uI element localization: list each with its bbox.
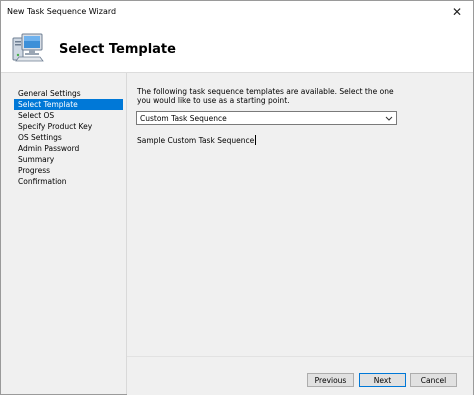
nav-item-progress[interactable]: Progress [14, 165, 123, 176]
computer-icon [12, 33, 44, 62]
nav-item-admin-password[interactable]: Admin Password [14, 143, 123, 154]
nav-item-summary[interactable]: Summary [14, 154, 123, 165]
page-title: Select Template [59, 42, 176, 57]
nav-item-select-os[interactable]: Select OS [14, 110, 123, 121]
text-caret [255, 135, 257, 145]
next-button[interactable]: Next [359, 373, 406, 387]
nav-item-os-settings[interactable]: OS Settings [14, 132, 123, 143]
wizard-steps-panel: General Settings Select Template Select … [1, 73, 127, 394]
wizard-header: Select Template [1, 22, 473, 73]
wizard-steps-list: General Settings Select Template Select … [14, 88, 123, 187]
close-button[interactable]: ✕ [441, 1, 473, 22]
template-select-value: Custom Task Sequence [140, 114, 227, 123]
template-description-text: Sample Custom Task Sequence [137, 136, 255, 145]
button-bar: Previous Next Cancel [127, 356, 473, 395]
nav-item-general-settings[interactable]: General Settings [14, 88, 123, 99]
wizard-window: New Task Sequence Wizard ✕ Select Templa… [0, 0, 474, 395]
nav-item-confirmation[interactable]: Confirmation [14, 176, 123, 187]
title-bar: New Task Sequence Wizard ✕ [1, 1, 473, 22]
cancel-button[interactable]: Cancel [410, 373, 457, 387]
window-title: New Task Sequence Wizard [7, 7, 117, 16]
template-select[interactable]: Custom Task Sequence [136, 111, 397, 125]
content-panel: The following task sequence templates ar… [127, 73, 473, 356]
chevron-down-icon [385, 116, 393, 121]
intro-text: The following task sequence templates ar… [137, 87, 394, 105]
nav-item-select-template[interactable]: Select Template [14, 99, 123, 110]
nav-item-specify-product-key[interactable]: Specify Product Key [14, 121, 123, 132]
wizard-body: General Settings Select Template Select … [1, 73, 473, 395]
template-description: Sample Custom Task Sequence [137, 135, 257, 145]
previous-button[interactable]: Previous [307, 373, 354, 387]
